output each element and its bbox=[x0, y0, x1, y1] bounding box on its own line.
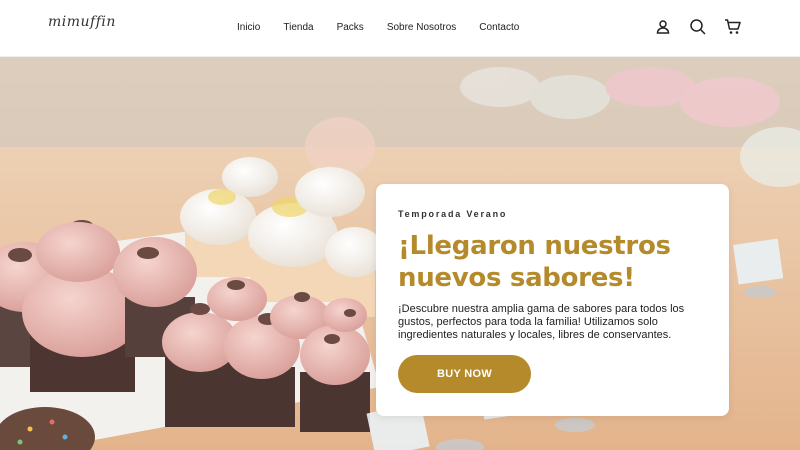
promo-card: Temporada Verano ¡Llegaron nuestros nuev… bbox=[376, 184, 729, 416]
header-icons bbox=[654, 18, 742, 36]
site-header: mimuffin Inicio Tienda Packs Sobre Nosot… bbox=[0, 0, 800, 57]
hero-section: Temporada Verano ¡Llegaron nuestros nuev… bbox=[0, 57, 800, 450]
cart-icon[interactable] bbox=[724, 18, 742, 36]
nav-link-sobre-nosotros[interactable]: Sobre Nosotros bbox=[387, 22, 456, 33]
brand-logo[interactable]: mimuffin bbox=[48, 14, 116, 30]
hero-headline: ¡Llegaron nuestros nuevos sabores! bbox=[398, 230, 707, 294]
season-label: Temporada Verano bbox=[398, 209, 508, 219]
nav-link-packs[interactable]: Packs bbox=[337, 22, 364, 33]
nav-link-inicio[interactable]: Inicio bbox=[237, 22, 260, 33]
buy-now-button[interactable]: BUY NOW bbox=[398, 355, 531, 393]
user-icon[interactable] bbox=[654, 18, 672, 36]
nav-link-tienda[interactable]: Tienda bbox=[283, 22, 313, 33]
search-icon[interactable] bbox=[689, 18, 707, 36]
hero-description: ¡Descubre nuestra amplia gama de sabores… bbox=[398, 303, 685, 341]
main-nav: Inicio Tienda Packs Sobre Nosotros Conta… bbox=[237, 22, 542, 33]
hero-headline-line-1: ¡Llegaron nuestros bbox=[398, 231, 671, 261]
nav-link-contacto[interactable]: Contacto bbox=[479, 22, 519, 33]
hero-headline-line-2: nuevos sabores! bbox=[398, 263, 635, 293]
